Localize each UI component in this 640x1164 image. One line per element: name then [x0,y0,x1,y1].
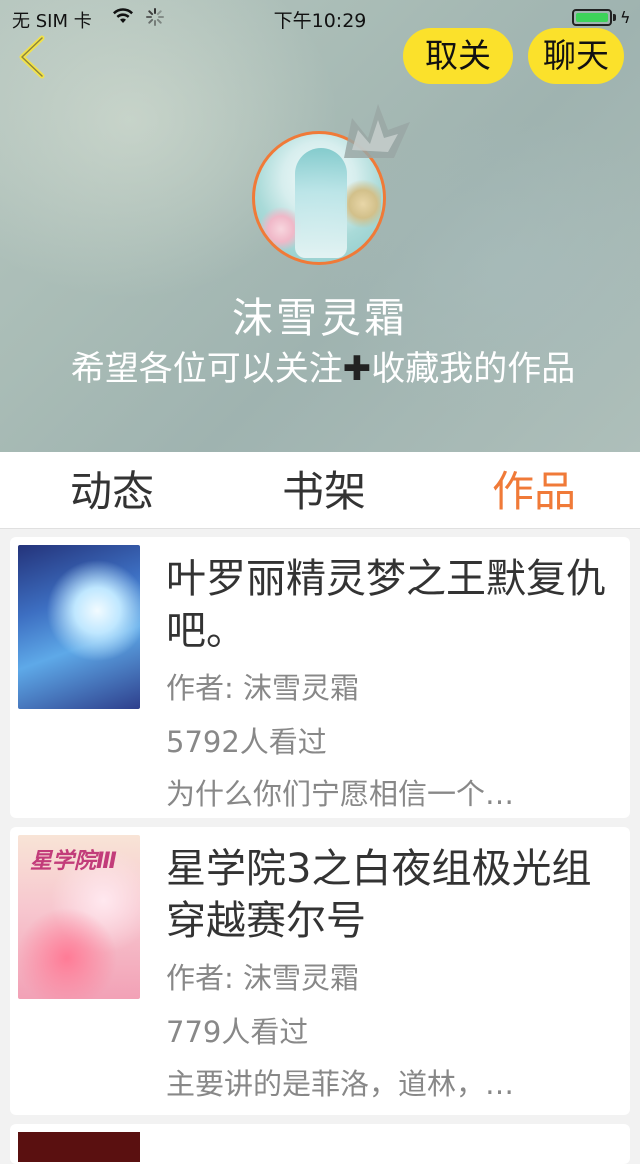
book-cover: 星学院Ⅲ [18,835,140,999]
status-time: 下午10:29 [273,10,367,32]
chat-button[interactable]: 聊天 [528,28,624,84]
book-cover [18,545,140,709]
battery-tip [613,14,616,21]
book-description: 主要讲的是菲洛，道林，… [166,1067,515,1101]
book-author: 作者: 沫雪灵霜 [166,671,359,705]
profile-bio: 希望各位可以关注✚收藏我的作品 [38,346,608,392]
work-card[interactable]: 叶罗丽精灵梦之王默复仇吧。 作者: 沫雪灵霜 5792人看过 为什么你们宁愿相信… [10,537,630,818]
charging-icon: ϟ [620,8,631,27]
back-button[interactable] [12,34,52,80]
tab-dynamic[interactable]: 动态 [32,458,192,519]
book-title: 星学院3之白夜组极光组穿越赛尔号 [166,846,592,944]
work-card[interactable] [10,1124,630,1164]
book-description: 为什么你们宁愿相信一个… [166,777,515,811]
chevron-left-icon [19,35,45,79]
battery-icon [572,9,612,26]
bio-text-2: 收藏我的作品 [371,349,576,389]
crown-icon [344,104,410,158]
tab-bookshelf[interactable]: 书架 [244,458,404,519]
book-author: 作者: 沫雪灵霜 [166,961,359,995]
plus-icon: ✚ [342,349,372,389]
tab-works[interactable]: 作品 [454,458,614,519]
book-views: 779人看过 [166,1015,309,1049]
profile-header: 无 SIM 卡 下午10:29 ϟ 取关 聊天 沫雪灵霜 希望各位可以关注✚收藏… [0,0,640,452]
cover-logo: 星学院Ⅲ [30,849,117,874]
book-title: 叶罗丽精灵梦之王默复仇吧。 [166,556,606,654]
book-cover [18,1132,140,1162]
unfollow-button[interactable]: 取关 [403,28,513,84]
bio-text: 希望各位可以关注 [70,349,343,389]
tab-bar: 动态 书架 作品 [0,452,640,529]
work-card[interactable]: 星学院Ⅲ 星学院3之白夜组极光组穿越赛尔号 作者: 沫雪灵霜 779人看过 主要… [10,827,630,1115]
username: 沫雪灵霜 [232,294,408,342]
book-views: 5792人看过 [166,725,327,759]
